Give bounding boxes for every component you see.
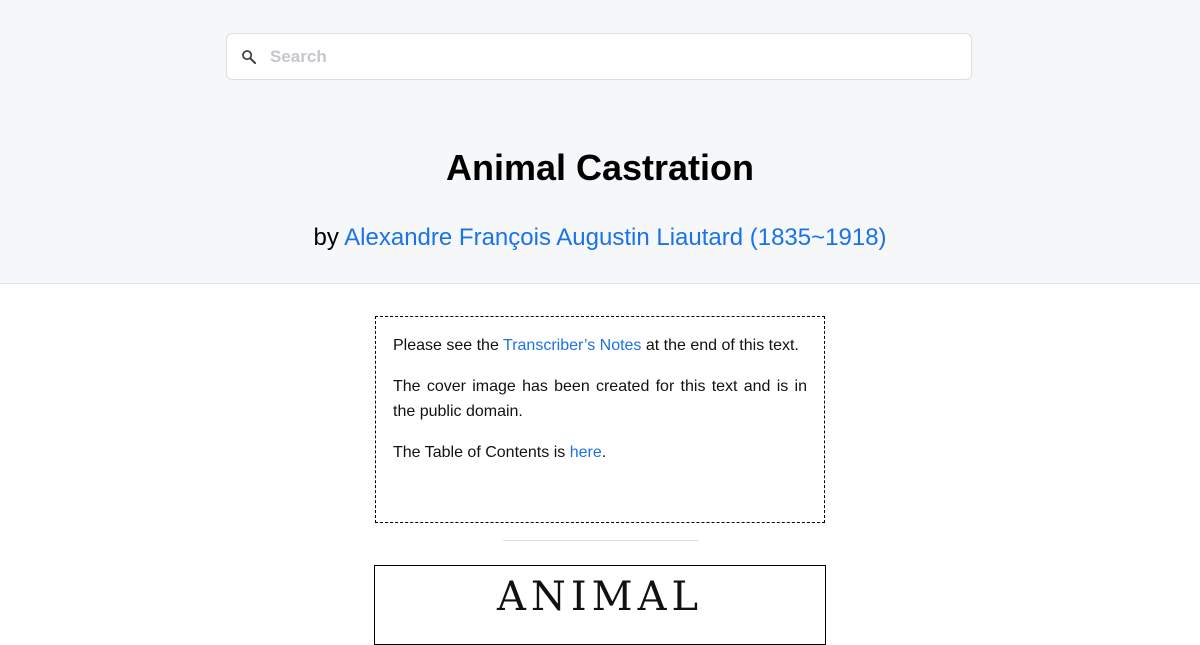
- byline: by Alexandre François Augustin Liautard …: [0, 222, 1200, 254]
- notes-text: .: [601, 444, 607, 461]
- notes-text: The Table of Contents is: [393, 444, 570, 461]
- byline-prefix: by: [313, 224, 339, 251]
- notes-paragraph-3: The Table of Contents is here.: [393, 440, 807, 465]
- section-divider: [503, 540, 698, 541]
- notes-text: at the end of this text.: [641, 337, 799, 354]
- author-link[interactable]: Alexandre François Augustin Liautard (18…: [344, 224, 886, 251]
- book-title: Animal Castration: [445, 147, 755, 188]
- cover-image: ANIMAL: [374, 565, 826, 645]
- notes-paragraph-1: Please see the Transcriber’s Notes at th…: [393, 333, 807, 358]
- search-input[interactable]: [270, 34, 960, 79]
- search-icon: [242, 50, 257, 65]
- notes-text: Please see the: [393, 337, 504, 354]
- transcribers-notes-link[interactable]: Transcriber’s Notes: [503, 337, 641, 354]
- notes-paragraph-2: The cover image has been created for thi…: [393, 378, 807, 420]
- page-header: Animal Castration by Alexandre François …: [0, 0, 1200, 284]
- transcriber-notes-box: Please see the Transcriber’s Notes at th…: [375, 316, 825, 523]
- search-bar[interactable]: [226, 33, 972, 80]
- cover-title-text: ANIMAL: [496, 574, 704, 620]
- table-of-contents-link[interactable]: here: [570, 444, 602, 461]
